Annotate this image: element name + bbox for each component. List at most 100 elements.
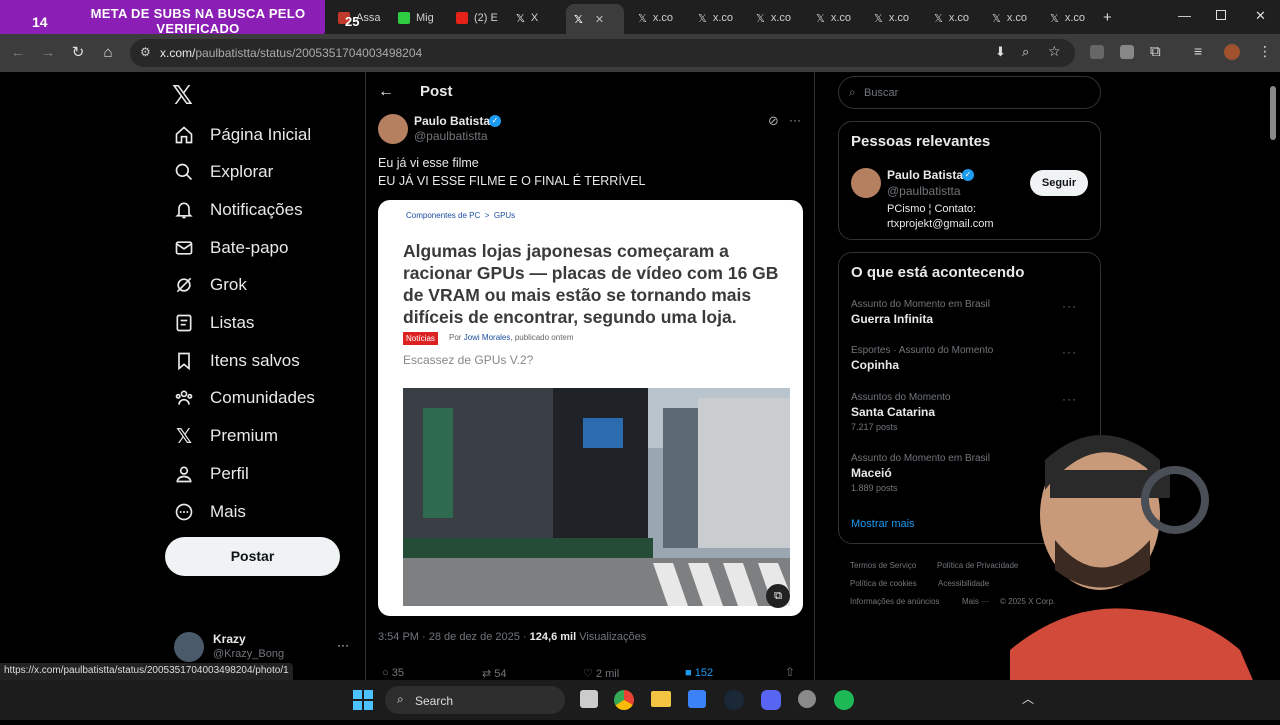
extension-icon[interactable] (1120, 45, 1134, 59)
taskbar-search[interactable]: ⌕ Search (385, 686, 565, 714)
post-text-line: EU JÁ VI ESSE FILME E O FINAL É TERRÍVEL (378, 174, 646, 188)
chrome-icon[interactable] (614, 690, 634, 710)
browser-tab[interactable]: 𝕏X (508, 6, 563, 30)
windows-start-icon[interactable] (353, 690, 373, 710)
nav-label: Explorar (210, 162, 274, 181)
post-image[interactable]: Componentes de PC > GPUs Algumas lojas j… (378, 200, 803, 616)
nav-premium[interactable]: 𝕏 Premium (172, 419, 278, 453)
trend-item[interactable]: Esportes · Assunto do Momento Copinha ··… (851, 345, 1091, 372)
reload-icon[interactable]: ↻ (69, 44, 87, 62)
person-name[interactable]: Paulo Batista (887, 168, 963, 182)
file-explorer-icon[interactable] (651, 691, 671, 707)
extensions-puzzle-icon[interactable]: ⧉ (1150, 43, 1161, 60)
search-input[interactable]: ⌕ Buscar (838, 76, 1101, 109)
footer-link[interactable]: Política de Privacidade (937, 561, 1018, 570)
reply-button[interactable]: ○ 35 (382, 667, 404, 679)
trend-menu-icon[interactable]: ··· (1062, 345, 1077, 359)
footer-link[interactable]: Política de cookies (850, 579, 917, 588)
address-bar[interactable]: ⚙ x.com/paulbatistta/status/200535170400… (130, 39, 1075, 67)
search-label: Search (415, 694, 454, 708)
close-window-icon[interactable]: ✕ (1255, 8, 1266, 24)
install-icon[interactable]: ⬇ (995, 44, 1006, 60)
browser-tab[interactable]: 𝕏x.co (984, 6, 1042, 30)
nav-chat[interactable]: Bate-papo (172, 231, 288, 265)
discord-icon[interactable] (761, 690, 781, 710)
nav-label: Perfil (210, 464, 249, 483)
x-logo-icon[interactable]: 𝕏 (172, 80, 193, 111)
browser-tab[interactable]: 𝕏x.co (1042, 6, 1100, 30)
post-button[interactable]: Postar (165, 537, 340, 576)
forward-icon[interactable]: → (39, 44, 57, 62)
close-tab-icon[interactable]: ✕ (595, 13, 604, 26)
home-browser-icon[interactable]: ⌂ (99, 44, 117, 62)
minimize-icon[interactable]: — (1178, 8, 1191, 23)
author-handle[interactable]: @paulbatistta (414, 129, 488, 143)
extension-icon[interactable] (1090, 45, 1104, 59)
browser-tab[interactable]: 𝕏x.co (926, 6, 984, 30)
footer-link[interactable]: Acessibilidade (938, 579, 989, 588)
nav-home[interactable]: Página Inicial (172, 118, 311, 152)
nav-label: Mais (210, 502, 246, 521)
footer-link[interactable]: Mais ··· (962, 597, 989, 606)
task-view-icon[interactable] (580, 690, 598, 708)
store-icon[interactable] (688, 690, 706, 708)
new-tab-icon[interactable]: + (1103, 9, 1112, 26)
account-menu-icon[interactable]: ··· (337, 638, 349, 652)
url-path: paulbatistta/status/2005351704003498204 (195, 46, 423, 60)
repost-button[interactable]: ⇄ 54 (482, 667, 507, 680)
browser-tab[interactable]: 𝕏x.co (630, 6, 688, 30)
footer-link[interactable]: Informações de anúncios (850, 597, 939, 606)
like-button[interactable]: ♡ 2 mil (583, 667, 619, 680)
nav-lists[interactable]: Listas (172, 306, 254, 340)
profile-avatar[interactable] (1224, 44, 1240, 60)
scrollbar-thumb[interactable] (1270, 86, 1276, 140)
browser-tab[interactable]: 𝕏x.co (748, 6, 806, 30)
trend-menu-icon[interactable]: ··· (1062, 392, 1077, 406)
nav-explore[interactable]: Explorar (172, 155, 273, 189)
steam-icon[interactable] (724, 690, 744, 710)
follow-button[interactable]: Seguir (1030, 170, 1088, 196)
back-icon[interactable]: ← (9, 44, 27, 62)
more-options-icon[interactable]: ··· (789, 113, 801, 127)
home-icon (172, 123, 196, 147)
nav-grok[interactable]: Grok (172, 268, 247, 302)
bookmark-button[interactable]: ■ 152 (685, 667, 713, 679)
spotify-icon[interactable] (834, 690, 854, 710)
author-name[interactable]: Paulo Batista (414, 114, 490, 128)
maximize-icon[interactable] (1216, 10, 1226, 20)
url-host: x.com/ (160, 46, 196, 60)
nav-more[interactable]: Mais (172, 495, 246, 529)
nav-bookmarks[interactable]: Itens salvos (172, 344, 300, 378)
tray-chevron-icon[interactable]: ︿ (1022, 690, 1034, 707)
person-icon (172, 462, 196, 486)
nav-communities[interactable]: Comunidades (172, 381, 315, 415)
footer-link[interactable]: Termos de Serviço (850, 561, 916, 570)
people-icon (172, 386, 196, 410)
site-info-icon[interactable]: ⚙ (140, 45, 151, 59)
x-favicon-icon: 𝕏 (1050, 12, 1059, 25)
settings-icon[interactable] (798, 690, 816, 708)
account-avatar[interactable] (174, 632, 204, 662)
image-options-icon[interactable]: ⧉ (766, 584, 790, 608)
trend-item[interactable]: Assunto do Momento em Brasil Guerra Infi… (851, 299, 1091, 326)
person-avatar[interactable] (851, 168, 881, 198)
back-arrow-icon[interactable]: ← (378, 83, 394, 101)
browser-tab[interactable]: (2) E (448, 6, 503, 30)
trend-menu-icon[interactable]: ··· (1062, 299, 1077, 313)
nav-profile[interactable]: Perfil (172, 457, 249, 491)
browser-tab[interactable]: 𝕏x.co (808, 6, 866, 30)
browser-tab[interactable]: 𝕏x.co (690, 6, 748, 30)
browser-tab[interactable]: 𝕏x.co (866, 6, 924, 30)
grok-explain-icon[interactable]: ⊘ (768, 113, 779, 129)
bookmark-star-icon[interactable]: ☆ (1048, 43, 1061, 60)
post-timestamp[interactable]: 3:54 PM · 28 de dez de 2025 · (378, 631, 527, 643)
share-icon[interactable]: ⇧ (785, 665, 795, 679)
author-avatar[interactable] (378, 114, 408, 144)
nav-notifications[interactable]: Notificações (172, 193, 303, 227)
browser-tab-active[interactable]: 𝕏 ✕ (566, 4, 624, 34)
show-more-link[interactable]: Mostrar mais (851, 518, 915, 530)
browser-tab[interactable]: Mig (390, 6, 442, 30)
media-icon[interactable]: ≡ (1194, 43, 1202, 59)
menu-kebab-icon[interactable]: ⋮ (1258, 43, 1272, 60)
zoom-icon[interactable]: ⌕ (1022, 44, 1029, 60)
